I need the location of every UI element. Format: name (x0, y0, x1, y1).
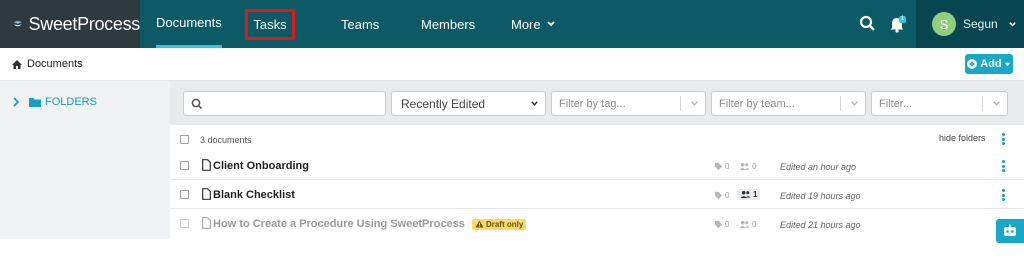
folders-label: FOLDERS (45, 96, 97, 108)
tag-count: 0 (714, 220, 729, 229)
warning-icon (475, 220, 484, 228)
user-name: Segun (963, 17, 998, 31)
document-icon (202, 217, 211, 229)
row-options-icon[interactable] (1001, 160, 1005, 172)
table-row[interactable] (170, 180, 1024, 209)
sort-select-value: Recently Edited (401, 96, 486, 111)
document-title[interactable]: How to Create a Procedure Using SweetPro… (213, 218, 527, 230)
team-count: 0 (739, 220, 756, 229)
hide-folders-link[interactable]: hide folders (939, 133, 986, 143)
sidebar: FOLDERS (0, 81, 170, 239)
row-options-icon[interactable] (1001, 189, 1005, 201)
sweetprocess-logo-icon (13, 21, 23, 27)
nav-tasks[interactable]: Tasks (245, 9, 295, 40)
divider (982, 96, 983, 111)
users-icon (739, 220, 750, 229)
row-checkbox[interactable] (180, 190, 189, 199)
edited-time: Edited 19 hours ago (780, 191, 861, 201)
search-icon[interactable] (858, 14, 878, 34)
nav-tasks-label: Tasks (253, 17, 287, 32)
add-button[interactable]: Add (965, 54, 1013, 74)
document-title-text: How to Create a Procedure Using SweetPro… (213, 218, 465, 230)
notification-badge: 1 (899, 16, 906, 23)
row-checkbox[interactable] (180, 161, 189, 170)
robot-icon (1004, 224, 1016, 236)
list-options-icon[interactable] (1001, 133, 1005, 145)
caret-down-icon (1004, 62, 1010, 66)
generic-filter[interactable]: Filter... (871, 91, 1008, 116)
row-checkbox[interactable] (180, 219, 189, 228)
users-icon (740, 190, 751, 199)
edited-time: Edited 21 hours ago (780, 220, 861, 230)
draft-badge: Draft only (471, 218, 527, 230)
breadcrumb: Documents (11, 58, 83, 70)
search-input[interactable] (208, 94, 378, 113)
document-icon (202, 159, 211, 171)
chevron-down-icon (1008, 21, 1016, 27)
user-menu[interactable]: S Segun (916, 0, 1024, 48)
team-count: 0 (739, 162, 756, 171)
document-title[interactable]: Blank Checklist (213, 189, 295, 201)
generic-filter-placeholder: Filter... (879, 97, 913, 110)
edited-time: Edited an hour ago (780, 162, 857, 172)
users-icon (739, 162, 750, 171)
nav-documents[interactable]: Documents (156, 0, 222, 48)
folder-icon (29, 98, 41, 107)
tag-count: 0 (714, 191, 729, 200)
tag-filter[interactable]: Filter by tag... (551, 91, 706, 116)
nav-more-label: More (511, 16, 541, 32)
avatar: S (932, 12, 956, 36)
tag-filter-placeholder: Filter by tag... (559, 97, 626, 110)
divider (840, 96, 841, 111)
team-filter[interactable]: Filter by team... (711, 91, 866, 116)
breadcrumb-documents[interactable]: Documents (27, 58, 83, 70)
search-icon (191, 98, 203, 110)
chevron-right-icon (13, 97, 20, 107)
chevron-down-icon (691, 101, 698, 106)
select-all-checkbox[interactable] (180, 135, 189, 144)
search-field[interactable] (183, 91, 386, 116)
document-count: 3 documents (200, 135, 252, 145)
nav-teams[interactable]: Teams (341, 0, 379, 48)
chatbot-button[interactable] (996, 219, 1024, 243)
divider (680, 96, 681, 111)
tag-count: 0 (714, 162, 729, 171)
tag-icon (714, 191, 723, 200)
tag-icon (714, 162, 723, 171)
add-button-label: Add (980, 58, 1002, 70)
chevron-down-icon (993, 101, 1000, 106)
nav-members[interactable]: Members (421, 0, 475, 48)
chevron-down-icon (546, 21, 555, 27)
chevron-down-icon (851, 101, 858, 106)
list-header (170, 127, 1024, 151)
home-icon (12, 59, 22, 69)
chevron-down-icon (531, 101, 538, 106)
plus-circle-icon (967, 59, 978, 69)
brand-name: SweetProcess (28, 13, 141, 34)
tag-icon (714, 220, 723, 229)
team-count: 1 (737, 189, 761, 200)
sort-select[interactable]: Recently Edited (391, 91, 546, 116)
document-icon (202, 188, 211, 200)
document-title[interactable]: Client Onboarding (213, 160, 309, 172)
brand-logo[interactable]: SweetProcess (0, 0, 140, 48)
folders-toggle[interactable]: FOLDERS (12, 96, 97, 108)
team-filter-placeholder: Filter by team... (719, 97, 795, 110)
nav-more[interactable]: More (511, 0, 556, 48)
breadcrumb-bar (0, 48, 1024, 81)
